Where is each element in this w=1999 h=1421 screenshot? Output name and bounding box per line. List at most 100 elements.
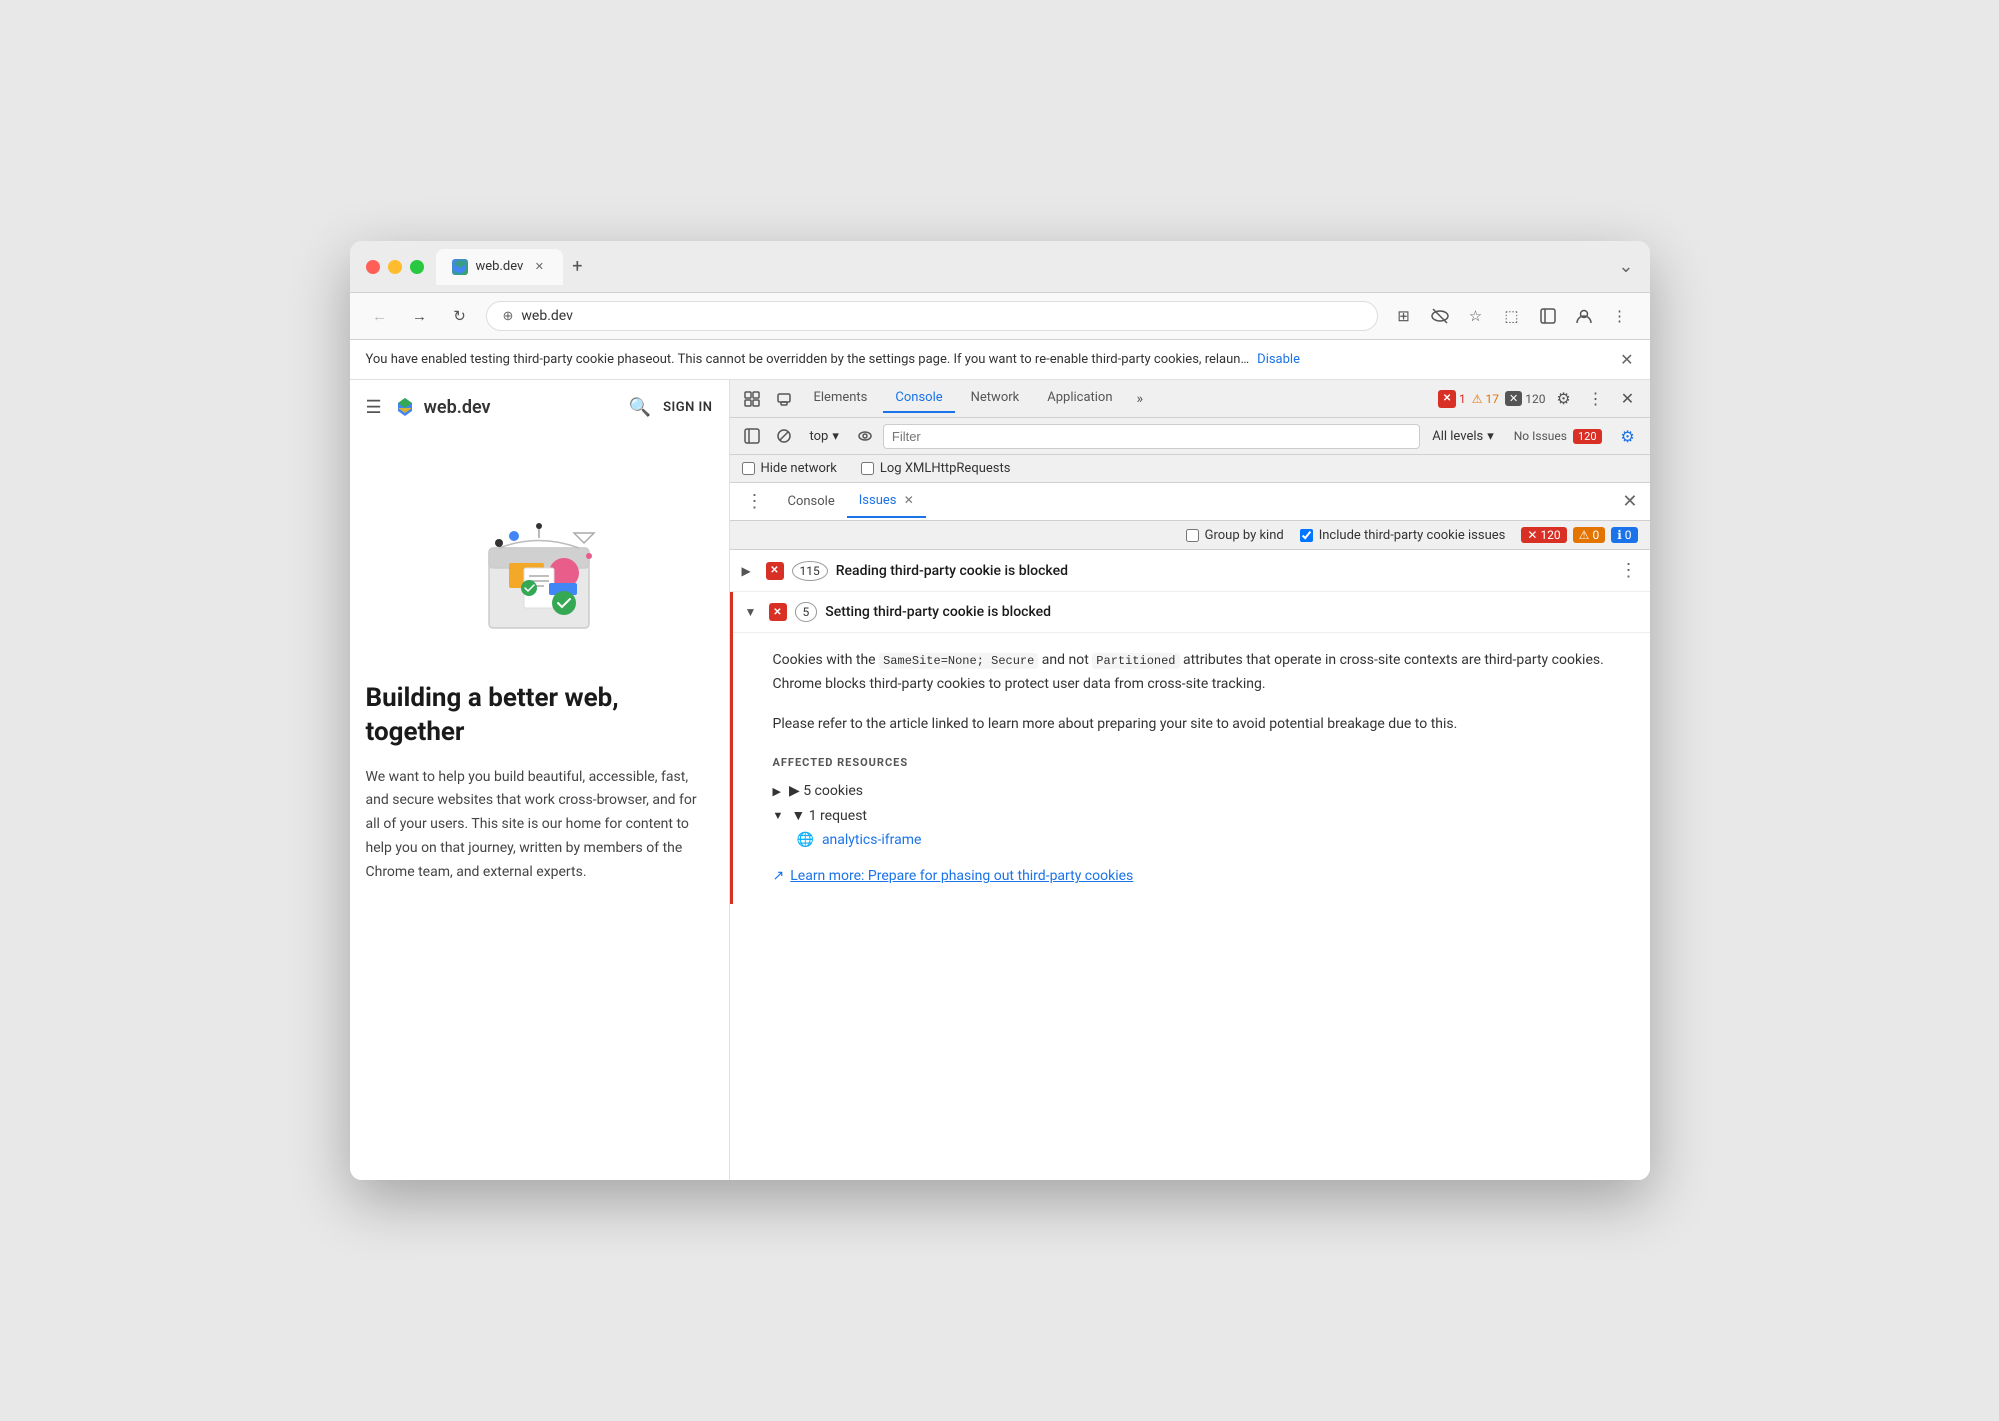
issue-title-setting: Setting third-party cookie is blocked (825, 604, 1051, 620)
issues-info-badge: ℹ 0 (1611, 527, 1637, 543)
new-tab-button[interactable]: + (563, 253, 591, 281)
device-toolbar-icon[interactable] (770, 385, 798, 413)
issue-description-1: Cookies with the SameSite=None; Secure a… (773, 649, 1630, 697)
issues-more-btn[interactable]: ⋮ (742, 483, 768, 520)
console-toolbar: top ▾ All levels ▾ No Issues 120 (730, 418, 1650, 455)
tab-console[interactable]: Console (883, 384, 954, 413)
browser-window: web.dev ✕ + ⌄ ← → ↻ ⊕ web.dev ⊞ ☆ ⬚ (350, 241, 1650, 1180)
info-bar: You have enabled testing third-party coo… (350, 340, 1650, 380)
include-third-party-input[interactable] (1300, 529, 1313, 542)
hero-body: We want to help you build beautiful, acc… (366, 766, 713, 885)
cast-icon[interactable]: ⊞ (1390, 302, 1418, 330)
issues-tab-console[interactable]: Console (776, 486, 847, 517)
external-link-icon: ↗ (773, 868, 785, 884)
issue-expanded-setting: ▼ ✕ 5 Setting third-party cookie is bloc… (730, 592, 1650, 904)
hamburger-menu[interactable]: ☰ (366, 397, 382, 418)
level-chevron: ▾ (1487, 429, 1494, 444)
info-badge[interactable]: ✕ 120 (1505, 391, 1545, 406)
error-icon: ✕ (1438, 390, 1456, 408)
learn-more-link[interactable]: Learn more: Prepare for phasing out thir… (790, 868, 1133, 884)
context-label: top (810, 429, 829, 444)
active-tab[interactable]: web.dev ✕ (436, 249, 564, 285)
request-expand-icon[interactable]: ▼ (773, 809, 784, 822)
filter-input[interactable] (883, 424, 1420, 449)
issue-expanded-header[interactable]: ▼ ✕ 5 Setting third-party cookie is bloc… (733, 592, 1650, 633)
inspect-element-icon[interactable] (738, 385, 766, 413)
cookies-expand-icon[interactable]: ▶ (773, 785, 781, 798)
log-xhr-input[interactable] (861, 462, 874, 475)
resource-iframe[interactable]: 🌐 analytics-iframe (773, 828, 1630, 852)
cookies-label: ▶ 5 cookies (789, 783, 863, 799)
tab-network[interactable]: Network (959, 384, 1032, 413)
main-content: ☰ web.dev 🔍 SIGN IN (350, 380, 1650, 1180)
issues-filter-bar: Group by kind Include third-party cookie… (730, 521, 1650, 550)
issues-tab-issues[interactable]: Issues ✕ (847, 485, 926, 518)
issues-panel-close[interactable]: ✕ (1622, 491, 1637, 512)
sidebar-nav: ☰ web.dev 🔍 SIGN IN (366, 396, 713, 418)
site-logo[interactable]: web.dev (394, 396, 491, 418)
hide-network-input[interactable] (742, 462, 755, 475)
forward-button[interactable]: → (406, 302, 434, 330)
log-xhr-checkbox[interactable]: Log XMLHttpRequests (861, 461, 1011, 476)
close-button[interactable] (366, 260, 380, 274)
hide-network-checkbox[interactable]: Hide network (742, 461, 837, 476)
tab-application[interactable]: Application (1035, 384, 1124, 413)
console-settings-icon[interactable]: ⚙ (1614, 422, 1642, 450)
no-issues-count: 120 (1573, 429, 1602, 444)
close-devtools-button[interactable]: ✕ (1614, 385, 1642, 413)
star-icon[interactable]: ☆ (1462, 302, 1490, 330)
issue-title-reading: Reading third-party cookie is blocked (836, 563, 1068, 579)
info-bar-link[interactable]: Disable (1257, 352, 1300, 367)
level-selector[interactable]: All levels ▾ (1424, 425, 1502, 448)
context-chevron: ▾ (832, 429, 839, 444)
hide-icon[interactable] (1426, 302, 1454, 330)
resource-cookies[interactable]: ▶ ▶ 5 cookies (773, 779, 1630, 803)
maximize-button[interactable] (410, 260, 424, 274)
minimize-button[interactable] (388, 260, 402, 274)
url-security-icon: ⊕ (503, 309, 514, 324)
no-issues-indicator: No Issues 120 (1506, 425, 1610, 448)
resource-request[interactable]: ▼ ▼ 1 request (773, 803, 1630, 828)
hero-text: Building a better web, together We want … (366, 682, 713, 885)
tab-elements[interactable]: Elements (802, 384, 880, 413)
issue-description-2: Please refer to the article linked to le… (773, 713, 1630, 737)
url-bar[interactable]: ⊕ web.dev (486, 301, 1378, 331)
devtools-icon[interactable] (1534, 302, 1562, 330)
site-name: web.dev (424, 397, 491, 418)
code-samesite: SameSite=None; Secure (879, 653, 1038, 669)
log-xhr-label: Log XMLHttpRequests (880, 461, 1011, 476)
group-by-kind-checkbox[interactable]: Group by kind (1186, 528, 1284, 543)
level-label: All levels (1432, 429, 1483, 444)
address-bar: ← → ↻ ⊕ web.dev ⊞ ☆ ⬚ (350, 293, 1650, 340)
more-tabs-button[interactable]: » (1129, 387, 1152, 411)
clear-console-icon[interactable] (770, 422, 798, 450)
error-badge[interactable]: ✕ 1 (1438, 390, 1466, 408)
tab-favicon (452, 259, 468, 275)
warning-badge[interactable]: ⚠ 17 (1472, 392, 1499, 406)
tab-close-button[interactable]: ✕ (531, 259, 547, 275)
search-icon[interactable]: 🔍 (629, 397, 651, 418)
back-button[interactable]: ← (366, 302, 394, 330)
reload-button[interactable]: ↻ (446, 302, 474, 330)
context-selector[interactable]: top ▾ (802, 425, 847, 448)
include-third-party-checkbox[interactable]: Include third-party cookie issues (1300, 528, 1506, 543)
issue-collapse-icon[interactable]: ▼ (745, 605, 761, 619)
profile-icon[interactable] (1570, 302, 1598, 330)
info-bar-close-button[interactable]: ✕ (1620, 350, 1633, 369)
issues-warning-badge: ⚠ 0 (1573, 527, 1606, 543)
sidebar-toggle-icon[interactable] (738, 422, 766, 450)
issue-expand-icon[interactable]: ▶ (742, 564, 758, 578)
group-by-kind-input[interactable] (1186, 529, 1199, 542)
eye-icon[interactable] (851, 422, 879, 450)
iframe-link[interactable]: analytics-iframe (822, 832, 921, 848)
menu-icon[interactable]: ⋮ (1606, 302, 1634, 330)
settings-button[interactable]: ⚙ (1550, 385, 1578, 413)
sign-in-button[interactable]: SIGN IN (663, 400, 712, 415)
extension-icon[interactable]: ⬚ (1498, 302, 1526, 330)
window-chevron[interactable]: ⌄ (1618, 256, 1633, 277)
more-options-button[interactable]: ⋮ (1582, 385, 1610, 413)
issues-tab-close[interactable]: ✕ (904, 493, 914, 507)
issue-menu-button[interactable]: ⋮ (1620, 560, 1638, 581)
issue-row-reading[interactable]: ▶ ✕ 115 Reading third-party cookie is bl… (730, 550, 1650, 592)
learn-more: ↗ Learn more: Prepare for phasing out th… (773, 868, 1630, 884)
